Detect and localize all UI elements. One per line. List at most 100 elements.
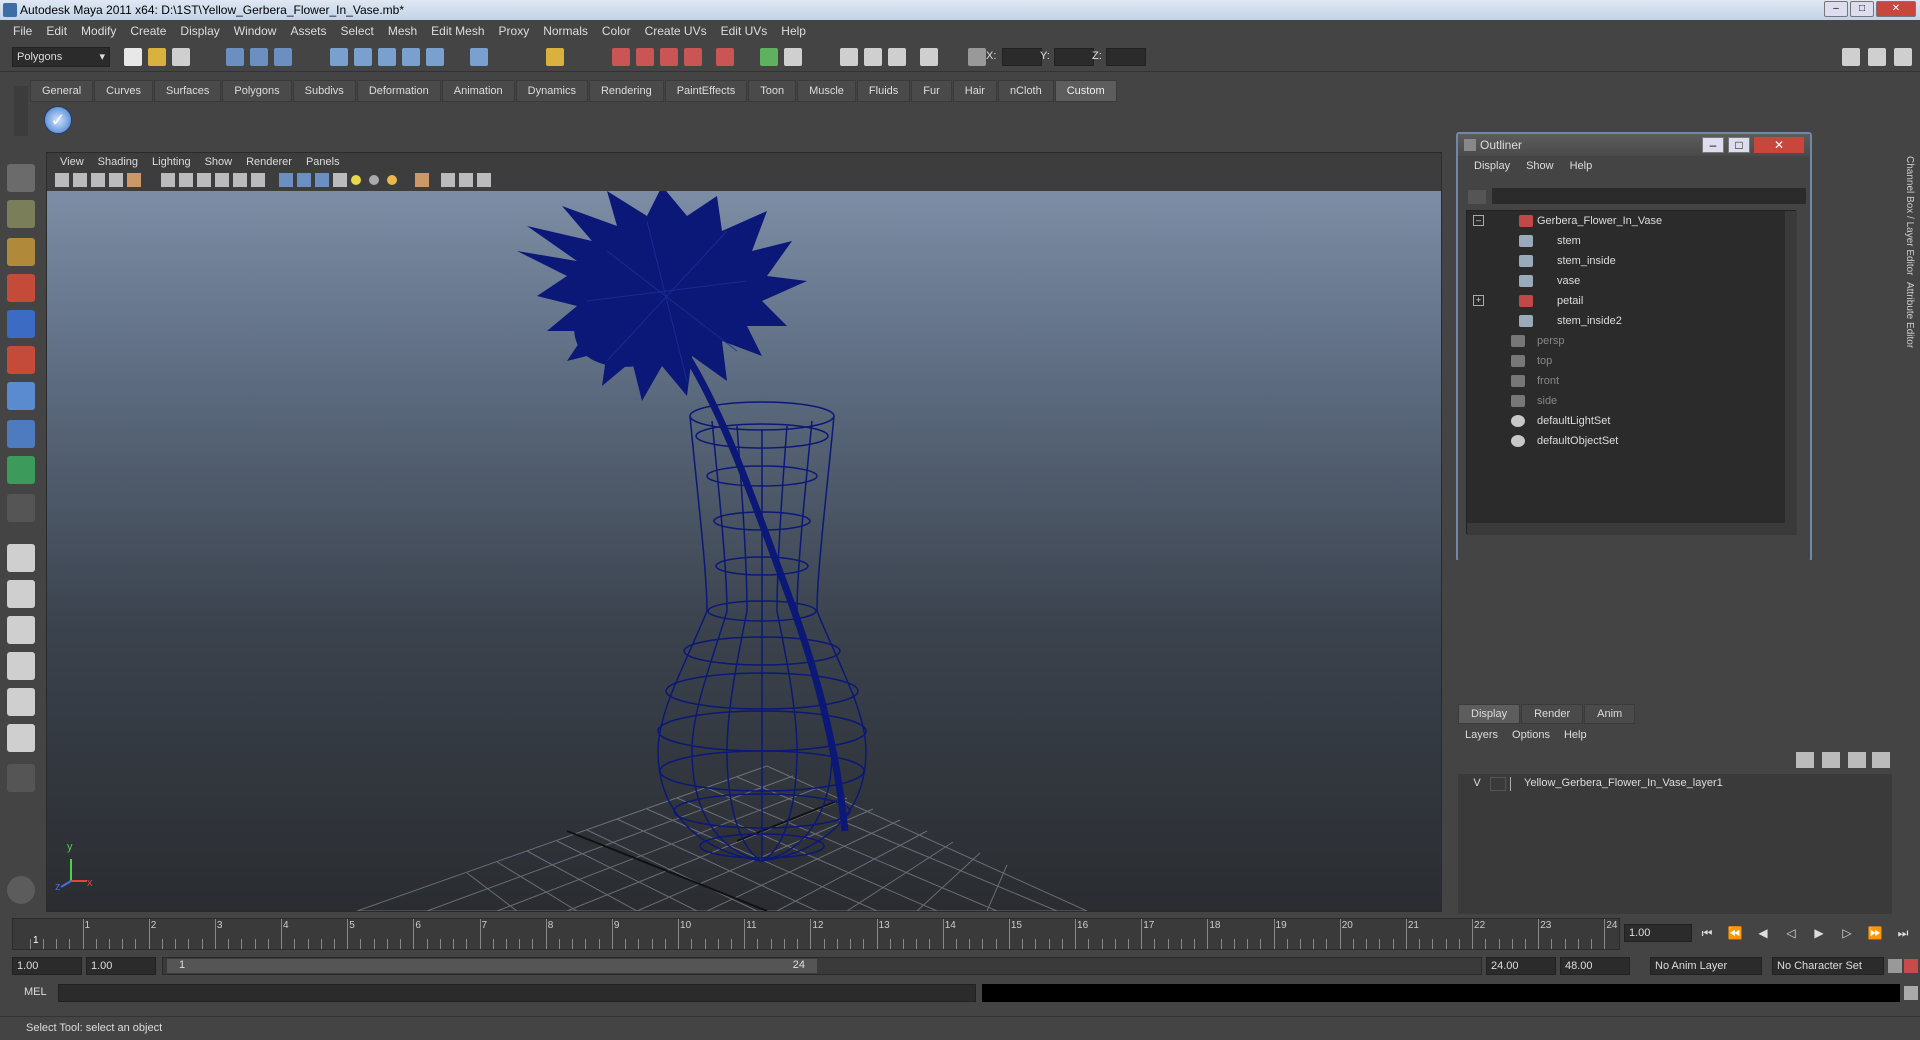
animation-start-input[interactable]: 1.00	[12, 957, 82, 975]
outliner-item-default-light-set[interactable]: defaultLightSet	[1467, 411, 1787, 431]
open-scene-icon[interactable]	[148, 48, 166, 66]
snap-surface-icon[interactable]	[426, 48, 444, 66]
new-layer-icon[interactable]	[1848, 752, 1866, 768]
select-object-icon[interactable]	[250, 48, 268, 66]
move-layer-up-icon[interactable]	[1796, 752, 1814, 768]
z-input[interactable]	[1106, 48, 1146, 66]
camera-attr-icon[interactable]	[73, 173, 87, 187]
step-forward-key-icon[interactable]: ⏩	[1866, 924, 1884, 942]
grid-toggle-icon[interactable]	[127, 173, 141, 187]
rotate-tool-icon[interactable]	[7, 310, 35, 338]
scale-tool-icon[interactable]	[7, 346, 35, 374]
snap-plane-icon[interactable]	[402, 48, 420, 66]
outliner-item-side[interactable]: side	[1467, 391, 1787, 411]
show-tool-settings-icon[interactable]	[1868, 48, 1886, 66]
layout-menu-icon[interactable]	[7, 764, 35, 792]
vp-menu-lighting[interactable]: Lighting	[145, 156, 198, 168]
menu-select[interactable]: Select	[333, 24, 380, 38]
textured-icon[interactable]	[333, 173, 347, 187]
resolution-gate-icon[interactable]	[179, 173, 193, 187]
x-input[interactable]	[1002, 48, 1042, 66]
all-lights-icon[interactable]	[369, 175, 379, 185]
menu-file[interactable]: File	[6, 24, 39, 38]
shelf-tab-fluids[interactable]: Fluids	[856, 80, 911, 102]
shelf-tab-hair[interactable]: Hair	[952, 80, 997, 102]
hypershade-layout-icon[interactable]	[7, 688, 35, 716]
outliner-item-petail[interactable]: + petail	[1467, 291, 1787, 311]
select-component-icon[interactable]	[274, 48, 292, 66]
uv-layout-icon[interactable]	[7, 724, 35, 752]
menu-create[interactable]: Create	[123, 24, 173, 38]
shelf-tab-toon[interactable]: Toon	[748, 80, 797, 102]
layer-tab-anim[interactable]: Anim	[1584, 704, 1636, 724]
show-manipulator-icon[interactable]	[7, 456, 35, 484]
menu-edit-uvs[interactable]: Edit UVs	[714, 24, 775, 38]
script-editor-icon[interactable]	[7, 876, 35, 904]
close-button[interactable]: ✕	[1876, 1, 1916, 17]
transform-mode-icon[interactable]	[968, 48, 986, 66]
shelf-tab-deformation[interactable]: Deformation	[356, 80, 441, 102]
vp-menu-show[interactable]: Show	[198, 156, 240, 168]
outliner-item-front[interactable]: front	[1467, 371, 1787, 391]
outliner-menu-show[interactable]: Show	[1518, 160, 1562, 172]
sound-icon[interactable]	[864, 48, 882, 66]
perspective-viewport[interactable]: View Shading Lighting Show Renderer Pane…	[46, 152, 1442, 912]
menu-assets[interactable]: Assets	[283, 24, 333, 38]
vp-menu-view[interactable]: View	[53, 156, 91, 168]
move-layer-down-icon[interactable]	[1822, 752, 1840, 768]
command-input[interactable]	[58, 984, 976, 1002]
maximize-button[interactable]: □	[1850, 1, 1874, 17]
menu-help[interactable]: Help	[774, 24, 813, 38]
shelf-tab-dynamics[interactable]: Dynamics	[515, 80, 588, 102]
render-frame-icon[interactable]	[612, 48, 630, 66]
vp-menu-shading[interactable]: Shading	[91, 156, 145, 168]
snap-grid-icon[interactable]	[330, 48, 348, 66]
layer-menu-layers[interactable]: Layers	[1458, 726, 1505, 744]
shelf-tab-general[interactable]: General	[30, 80, 94, 102]
collapse-icon[interactable]: –	[1473, 215, 1484, 226]
outliner-minimize-button[interactable]: –	[1702, 137, 1724, 153]
shelf-tab-polygons[interactable]: Polygons	[222, 80, 292, 102]
snap-point-icon[interactable]	[378, 48, 396, 66]
help-icon[interactable]	[470, 48, 488, 66]
shelf-menu-handle[interactable]	[14, 86, 28, 136]
layer-tab-display[interactable]: Display	[1458, 704, 1521, 724]
single-pane-layout-icon[interactable]	[7, 544, 35, 572]
outliner-item-stem-inside2[interactable]: stem_inside2	[1467, 311, 1787, 331]
xray-icon[interactable]	[441, 173, 455, 187]
outliner-menu-help[interactable]: Help	[1562, 160, 1601, 172]
vp-menu-renderer[interactable]: Renderer	[239, 156, 299, 168]
outliner-horizontal-scrollbar[interactable]	[1467, 523, 1785, 535]
lasso-tool-icon[interactable]	[7, 200, 35, 228]
backface-icon[interactable]	[459, 173, 473, 187]
shelf-tab-custom[interactable]: Custom	[1054, 80, 1117, 102]
step-back-frame-icon[interactable]: ◀	[1754, 924, 1772, 942]
layer-color-swatch[interactable]	[1510, 777, 1522, 791]
character-set-dropdown[interactable]: No Character Set	[1772, 957, 1884, 975]
animation-prefs-icon[interactable]	[1904, 959, 1918, 973]
shelf-tab-painteffects[interactable]: PaintEffects	[664, 80, 748, 102]
snap-curve-icon[interactable]	[354, 48, 372, 66]
outliner-filter-input[interactable]	[1492, 188, 1806, 204]
graph-icon[interactable]	[888, 48, 906, 66]
camera-icon[interactable]	[840, 48, 858, 66]
script-icon[interactable]	[920, 48, 938, 66]
layer-playback-toggle[interactable]	[1490, 777, 1506, 791]
menu-color[interactable]: Color	[595, 24, 638, 38]
shelf-tab-surfaces[interactable]: Surfaces	[153, 80, 222, 102]
current-frame-input[interactable]: 1.00	[1624, 924, 1692, 942]
select-hierarchy-icon[interactable]	[226, 48, 244, 66]
shelf-tab-curves[interactable]: Curves	[94, 80, 153, 102]
gate-mask-icon[interactable]	[197, 173, 211, 187]
show-attribute-editor-icon[interactable]	[1842, 48, 1860, 66]
menu-set-dropdown[interactable]: Polygons ▾	[12, 47, 110, 67]
play-forward-icon[interactable]: ▶	[1810, 924, 1828, 942]
ipr-render-icon[interactable]	[636, 48, 654, 66]
layer-menu-help[interactable]: Help	[1557, 726, 1594, 744]
bookmark-icon[interactable]	[91, 173, 105, 187]
render-view-icon[interactable]	[716, 48, 734, 66]
menu-edit-mesh[interactable]: Edit Mesh	[424, 24, 491, 38]
layer-tab-render[interactable]: Render	[1521, 704, 1584, 724]
check-icon[interactable]: ✓	[44, 106, 72, 134]
new-scene-icon[interactable]	[124, 48, 142, 66]
